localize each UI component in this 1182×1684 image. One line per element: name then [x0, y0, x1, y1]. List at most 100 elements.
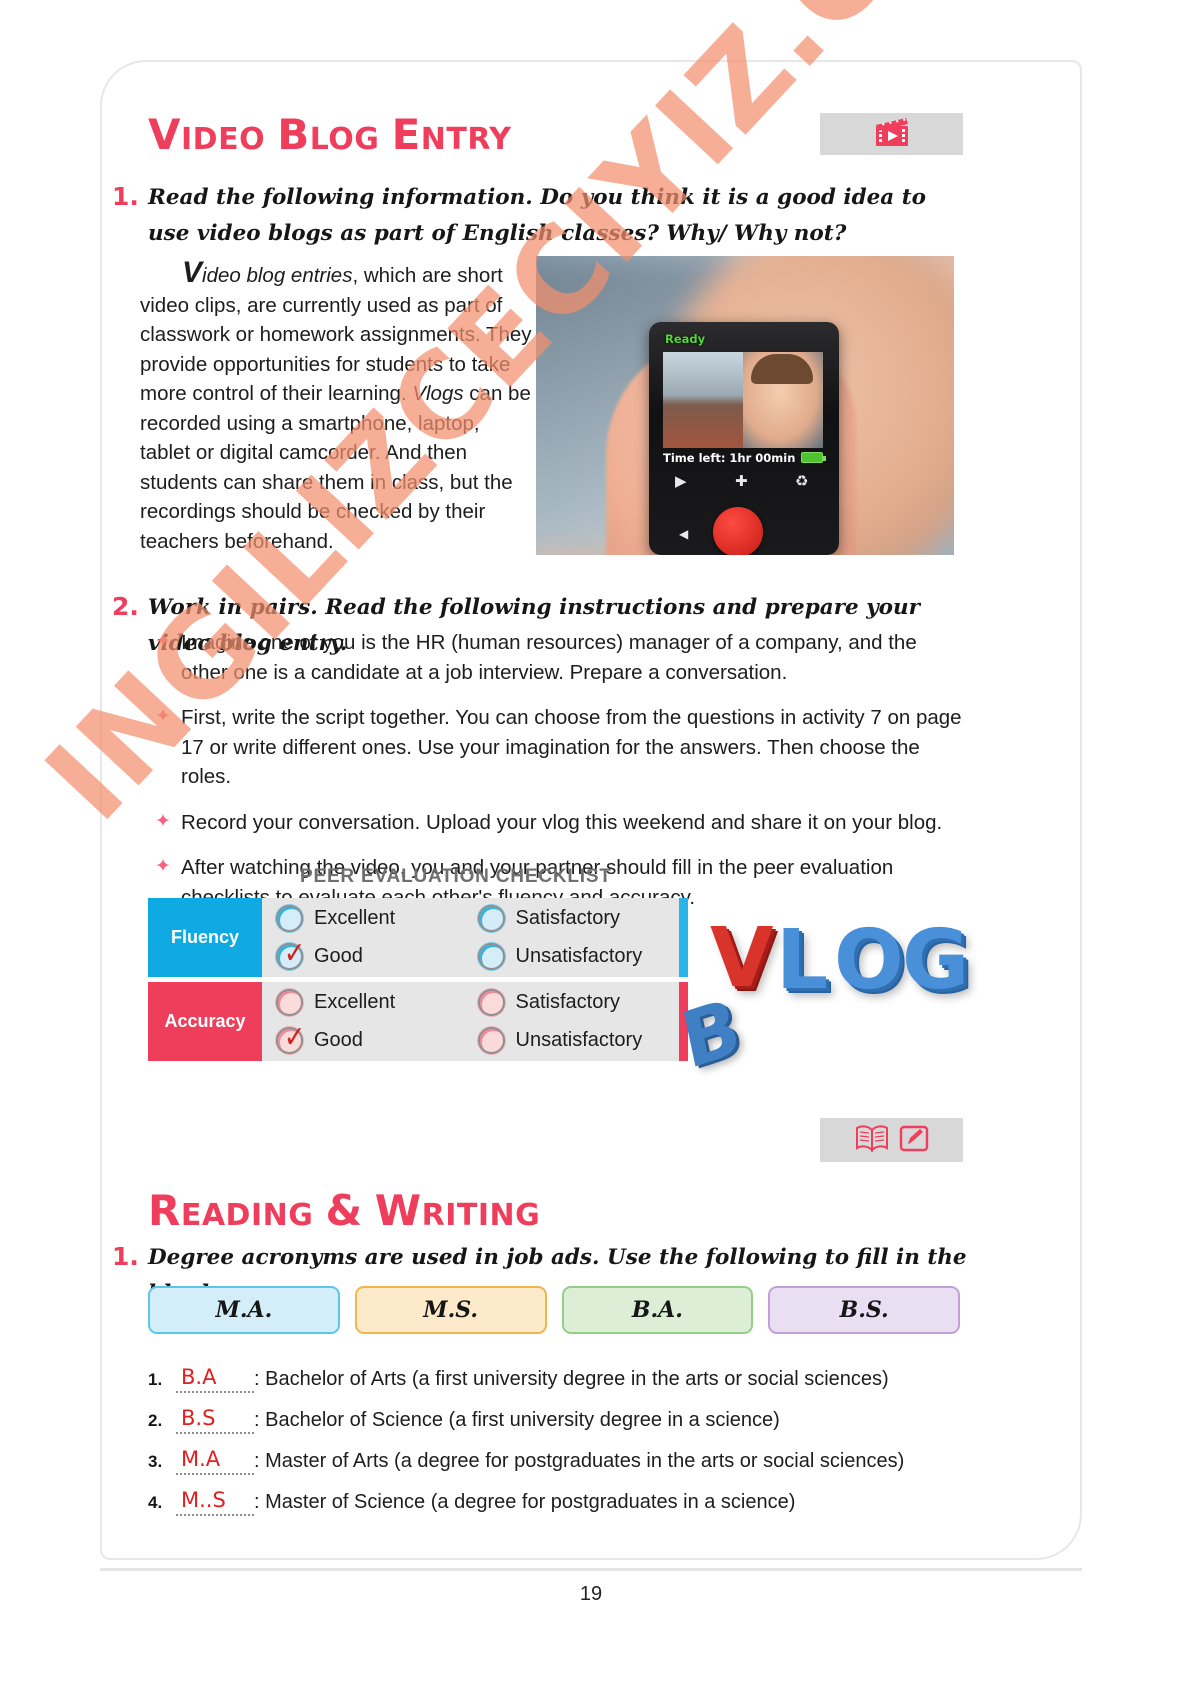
record-button-icon	[713, 507, 763, 555]
answer-definition: : Master of Arts (a degree for postgradu…	[254, 1450, 905, 1472]
video-blog-entry-heading: VIDEO BLOG ENTRY	[148, 110, 512, 159]
heading-cap-w: W	[374, 1186, 422, 1235]
reading-paragraph: Video blog entries, which are short vide…	[140, 258, 532, 556]
answer-blank-input[interactable]: M.A	[176, 1447, 254, 1475]
checkbox-option-checked[interactable]: ✓ Good	[276, 1022, 478, 1060]
trash-icon: ♻	[795, 472, 809, 490]
answer-definition: : Bachelor of Science (a first universit…	[254, 1409, 780, 1431]
fluency-options: Excellent Satisfactory ✓ Good Unsatisfac…	[262, 898, 679, 977]
option-label: Satisfactory	[515, 907, 620, 929]
option-label: Satisfactory	[515, 991, 620, 1013]
list-item: 4. M..S : Master of Science (a degree fo…	[148, 1475, 968, 1516]
battery-icon	[801, 452, 826, 463]
exercise-1-number: 1.	[112, 182, 139, 211]
list-item: ✦ Record your conversation. Upload your …	[155, 808, 967, 838]
reading-writing-icon-box	[820, 1118, 963, 1162]
camcorder-status-label: Ready	[665, 332, 706, 346]
checkmark-icon: ✓	[283, 936, 306, 971]
option-label: Excellent	[314, 907, 396, 929]
checkbox-option[interactable]: Satisfactory	[477, 900, 680, 938]
answer-number: 2.	[148, 1411, 163, 1430]
footer-divider	[100, 1568, 1082, 1571]
radio-circle-icon[interactable]: ✓	[276, 939, 305, 970]
peer-evaluation-checklist: Fluency Excellent Satisfactory ✓ Good Un…	[148, 898, 679, 1066]
checkbox-option[interactable]: Satisfactory	[477, 984, 680, 1022]
paragraph-rest-2: can be recorded using a smartphone, lapt…	[140, 382, 531, 553]
sparkle-bullet-icon: ✦	[155, 810, 171, 832]
sparkle-bullet-icon: ✦	[155, 631, 171, 652]
heading-cap-r: R	[148, 1186, 181, 1235]
exercise-1-instruction: Read the following information. Do you t…	[148, 185, 926, 246]
option-label: Good	[314, 945, 363, 967]
reading-writing-heading: READING & WRITING	[148, 1186, 540, 1235]
list-item: 1. B.A : Bachelor of Arts (a first unive…	[148, 1352, 968, 1393]
checkbox-option[interactable]: Unsatisfactory	[477, 1022, 680, 1060]
acronym-box-ma[interactable]: M.A.	[148, 1286, 340, 1334]
answer-definition: : Bachelor of Arts (a first university d…	[254, 1368, 889, 1390]
paragraph-italic-lead: ideo blog entries	[202, 264, 353, 287]
option-label: Excellent	[314, 991, 396, 1013]
heading-rest-ntry: NTRY	[420, 122, 512, 157]
vlog-3d-graphic: V L O G B	[674, 900, 970, 1087]
heading-ampersand: &	[325, 1186, 363, 1235]
list-item: 3. M.A : Master of Arts (a degree for po…	[148, 1434, 968, 1475]
option-label: Unsatisfactory	[515, 945, 643, 967]
answer-list: 1. B.A : Bachelor of Arts (a first unive…	[148, 1352, 968, 1516]
page-number: 19	[579, 1583, 603, 1605]
heading-rest-log: LOG	[309, 122, 380, 157]
option-label: Good	[314, 1029, 363, 1051]
bullet-text: First, write the script together. You ca…	[181, 706, 962, 788]
answer-blank-input[interactable]: B.S	[176, 1406, 254, 1434]
camcorder-device: Ready Time left: 1hr 00min ▶ ✚ ♻ ◀	[649, 322, 839, 555]
bullet-text: Record your conversation. Upload your vl…	[181, 810, 943, 834]
answer-number: 4.	[148, 1493, 163, 1512]
radio-circle-icon[interactable]	[477, 905, 505, 932]
table-row: Fluency Excellent Satisfactory ✓ Good Un…	[148, 898, 679, 977]
acronym-box-ms[interactable]: M.S.	[354, 1286, 547, 1334]
radio-circle-icon[interactable]	[276, 905, 303, 932]
vlog-letter-l: L	[776, 913, 829, 1008]
video-icon-box	[820, 113, 963, 155]
answer-number: 3.	[148, 1452, 163, 1471]
heading-rest-riting: RITING	[421, 1198, 541, 1233]
answer-filled-text: M..S	[181, 1488, 226, 1512]
radio-circle-icon[interactable]	[276, 989, 303, 1016]
back-icon: ◀	[679, 527, 689, 541]
radio-circle-icon[interactable]	[477, 989, 505, 1016]
accuracy-options: Excellent Satisfactory ✓ Good Unsatisfac…	[262, 982, 679, 1061]
heading-cap-v: V	[148, 110, 182, 159]
answer-filled-text: B.A	[181, 1365, 217, 1389]
checkbox-option-checked[interactable]: ✓ Good	[276, 938, 478, 976]
radio-circle-icon[interactable]	[477, 1027, 505, 1054]
screen-person-hair	[751, 354, 813, 384]
radio-circle-icon[interactable]: ✓	[276, 1023, 305, 1054]
screen-person	[743, 352, 823, 448]
acronym-box-ba[interactable]: B.A.	[561, 1286, 754, 1334]
vlog-letter-g: G	[902, 913, 970, 1008]
checkbox-option[interactable]: Excellent	[276, 900, 478, 938]
bullet-text: Imagine one of you is the HR (human reso…	[181, 631, 917, 684]
row-label-accuracy: Accuracy	[148, 982, 262, 1061]
acronym-box-bs[interactable]: B.S.	[768, 1286, 960, 1334]
list-item: ✦ First, write the script together. You …	[155, 703, 967, 792]
heading-cap-e: E	[391, 110, 421, 159]
answer-blank-input[interactable]: M..S	[176, 1488, 254, 1516]
exercise-2-number: 2.	[112, 592, 139, 621]
row-label-fluency: Fluency	[148, 898, 262, 977]
film-clapper-play-icon	[872, 116, 912, 153]
checkbox-option[interactable]: Excellent	[276, 984, 478, 1022]
radio-circle-icon[interactable]	[477, 943, 505, 970]
heading-cap-b: B	[277, 110, 310, 159]
vlog-letter-o: O	[834, 913, 904, 1008]
sparkle-bullet-icon: ✦	[155, 706, 171, 727]
checkbox-option[interactable]: Unsatisfactory	[477, 938, 680, 976]
acronym-box-row: M.A. M.S. B.A. B.S.	[148, 1286, 960, 1334]
camcorder-time-label: Time left: 1hr 00min	[663, 451, 796, 465]
accent-bar-blue	[679, 898, 688, 977]
play-icon: ▶	[675, 472, 687, 490]
pencil-edit-icon	[899, 1124, 929, 1157]
answer-blank-input[interactable]: B.A	[176, 1365, 254, 1393]
camcorder-photo: Ready Time left: 1hr 00min ▶ ✚ ♻ ◀	[536, 256, 954, 555]
list-item: 2. B.S : Bachelor of Science (a first un…	[148, 1393, 968, 1434]
paragraph-italic-vlogs: Vlogs	[412, 382, 464, 405]
